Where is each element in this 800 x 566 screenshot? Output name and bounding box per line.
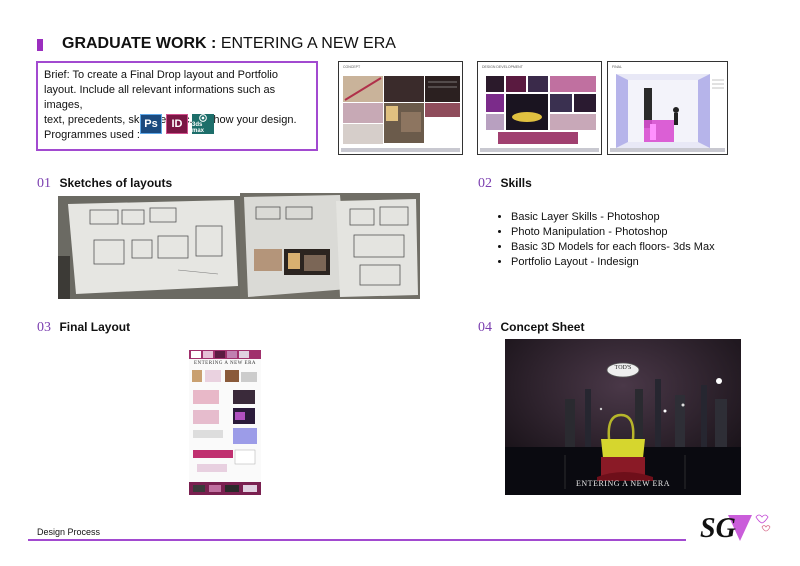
section-skills-heading: 02 Skills <box>478 174 532 192</box>
final-layout-poster[interactable]: ENTERING A NEW ERA <box>189 350 261 495</box>
page-title-bold: GRADUATE WORK : <box>62 35 217 52</box>
indesign-icon: ID <box>166 114 188 134</box>
3ds-max-icon: 3ds max <box>192 114 214 134</box>
3ds-max-label: 3ds max <box>192 122 205 134</box>
brief-line: layout. Include all relevant information… <box>44 84 276 111</box>
section-final-layout-heading: 03 Final Layout <box>37 318 130 336</box>
sketch-photo-1 <box>58 196 240 299</box>
section-number: 04 <box>478 320 492 335</box>
brief-line: Brief: To create a Final Drop layout and… <box>44 69 278 81</box>
section-number: 02 <box>478 176 492 191</box>
final-layout-poster-graphics <box>189 350 261 495</box>
thumbnail-concept[interactable]: CONCEPT <box>338 61 463 155</box>
thumbnail-final[interactable]: FINAL <box>607 61 728 155</box>
section-title: Concept Sheet <box>500 320 585 334</box>
thumbnail-concept-image <box>343 76 460 144</box>
final-layout-heading: ENTERING A NEW ERA <box>193 361 257 366</box>
footer-divider <box>28 539 686 541</box>
page-title: GRADUATE WORK : ENTERING A NEW ERA <box>62 35 396 53</box>
list-item: Portfolio Layout - Indesign <box>511 255 715 270</box>
brief-box: Brief: To create a Final Drop layout and… <box>36 61 318 151</box>
section-concept-heading: 04 Concept Sheet <box>478 318 584 336</box>
footer-text: Design Process <box>37 527 101 537</box>
section-title: Sketches of layouts <box>59 176 173 190</box>
concept-sheet-graphics <box>505 339 741 495</box>
photoshop-icon: Ps <box>140 114 162 134</box>
sg-logo: SG <box>698 505 778 545</box>
concept-sheet-image[interactable]: TOD'S ENTERING A NEW ERA <box>505 339 741 495</box>
thumbnail-bar <box>480 148 599 152</box>
thumbnail-design-development-image <box>486 76 596 144</box>
section-title: Final Layout <box>59 320 131 334</box>
thumbnail-final-image <box>616 74 725 148</box>
title-marker <box>37 39 43 51</box>
concept-brand-logo: TOD'S <box>614 365 632 371</box>
thumbnail-bar <box>341 148 460 152</box>
list-item: Basic Layer Skills - Photoshop <box>511 210 715 225</box>
section-sketches-heading: 01 Sketches of layouts <box>37 174 172 192</box>
3ds-max-logo-mark <box>199 114 207 122</box>
list-item: Photo Manipulation - Photoshop <box>511 225 715 240</box>
thumbnail-design-development[interactable]: DESIGN DEVELOPMENT <box>477 61 602 155</box>
list-item: Basic 3D Models for each floors- 3ds Max <box>511 240 715 255</box>
concept-tagline: ENTERING A NEW ERA <box>576 479 670 488</box>
sketch-photo-2 <box>240 193 420 299</box>
skills-list: Basic Layer Skills - Photoshop Photo Man… <box>497 210 715 270</box>
sg-logo-mark: SG <box>700 513 771 544</box>
section-number: 03 <box>37 320 51 335</box>
svg-text:SG: SG <box>700 513 736 544</box>
section-title: Skills <box>500 176 532 190</box>
thumbnail-bar <box>610 148 725 152</box>
page-title-rest: ENTERING A NEW ERA <box>220 35 396 52</box>
section-number: 01 <box>37 176 51 191</box>
